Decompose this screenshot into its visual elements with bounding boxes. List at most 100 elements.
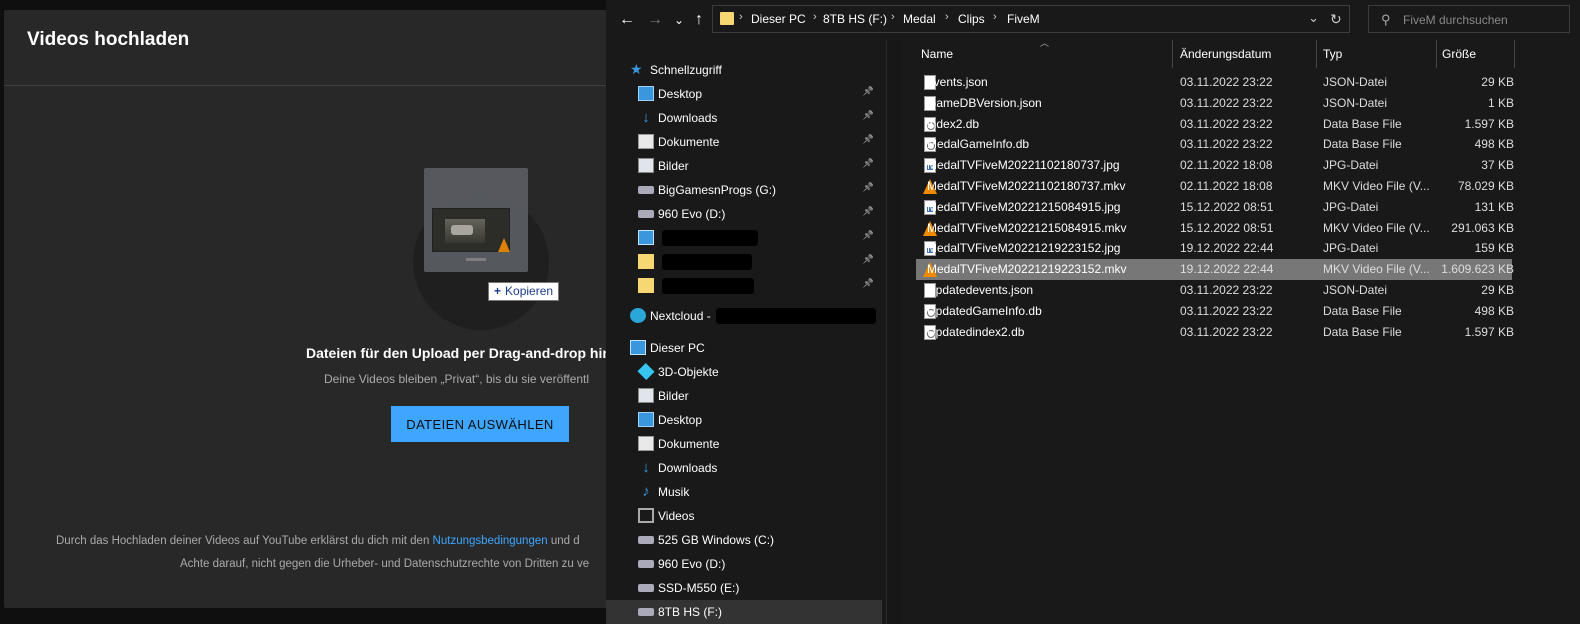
file-type: JPG-Datei	[1323, 158, 1379, 173]
file-row[interactable]: Updatedindex2.db 03.11.2022 23:22 Data Bas…	[916, 322, 1514, 343]
nav-scrollbar[interactable]	[886, 40, 902, 624]
file-row[interactable]: MedalTVFiveM20221215084915.mkv 15.12.2022…	[916, 218, 1514, 239]
recent-locations-button[interactable]: ⌄	[668, 10, 690, 30]
column-divider[interactable]	[1172, 40, 1173, 68]
pc-icon	[630, 340, 646, 355]
sidebar-item[interactable]: ★ Schnellzugriff	[606, 58, 882, 82]
sidebar-item[interactable]: ♪ Musik	[606, 480, 882, 504]
terms-of-service-link[interactable]: Nutzungsbedingungen	[433, 535, 548, 547]
sidebar-item[interactable]: Dokumente	[606, 432, 882, 456]
terms-suffix: und d	[547, 535, 580, 547]
sidebar-item-label: Schnellzugriff	[650, 63, 722, 77]
file-row[interactable]: events.json 03.11.2022 23:22 JSON-Datei 29 …	[916, 72, 1514, 93]
drive-icon	[638, 584, 654, 592]
sidebar-item[interactable]: Dieser PC	[606, 336, 882, 360]
sidebar-item[interactable]: Nextcloud -	[606, 304, 882, 328]
navigation-pane: ★ Schnellzugriff Desktop 📌 ↓ Downloads 📌 Dokume…	[606, 40, 884, 624]
sidebar-item[interactable]: ↓ Downloads 📌	[606, 106, 882, 130]
sidebar-item[interactable]: 525 GB Windows (C:)	[606, 528, 882, 552]
pin-icon[interactable]: 📌	[863, 278, 874, 289]
breadcrumb-fivem[interactable]: FiveM	[1007, 12, 1040, 26]
file-row[interactable]: UpdatedGameInfo.db 03.11.2022 23:22 Data B…	[916, 301, 1514, 322]
forward-button[interactable]: →	[644, 10, 666, 30]
file-name: UpdatedGameInfo.db	[927, 303, 1042, 318]
file-row[interactable]: MedalTVFiveM20221102180737.mkv 02.11.2022…	[916, 176, 1514, 197]
file-row[interactable]: index2.db 03.11.2022 23:22 Data Base File 1…	[916, 114, 1514, 135]
sidebar-item[interactable]: Videos	[606, 504, 882, 528]
file-size: 1.597 KB	[1464, 324, 1514, 339]
sidebar-item[interactable]: SSD-M550 (E:)	[606, 576, 882, 600]
column-name[interactable]: Name	[921, 47, 953, 61]
file-row[interactable]: MedalGameInfo.db 03.11.2022 23:22 Data Bas…	[916, 134, 1514, 155]
desktop-icon	[638, 86, 654, 101]
pin-icon[interactable]: 📌	[863, 110, 874, 121]
breadcrumb-dieser-pc[interactable]: Dieser PC	[751, 12, 806, 26]
breadcrumb-medal[interactable]: Medal	[903, 12, 936, 26]
file-name: events.json	[927, 75, 988, 89]
column-divider[interactable]	[1514, 40, 1515, 68]
file-row[interactable]: MedalTVFiveM20221219223152.jpg 19.12.2022…	[916, 238, 1514, 259]
column-date[interactable]: Änderungsdatum	[1180, 47, 1271, 61]
3d-objects-icon	[637, 362, 655, 381]
pin-icon[interactable]: 📌	[863, 206, 874, 217]
breadcrumb-drive[interactable]: 8TB HS (F:)	[823, 12, 887, 26]
file-size: 78.029 KB	[1457, 179, 1514, 193]
sidebar-item[interactable]: Bilder 📌	[606, 154, 882, 178]
sidebar-item[interactable]: BigGamesnProgs (G:) 📌	[606, 178, 882, 202]
explorer-toolbar: ← → ⌄ ↑ › Dieser PC › 8TB HS (F:) › Meda…	[606, 0, 1580, 40]
sidebar-item-label: 960 Evo (D:)	[658, 557, 726, 571]
pin-icon[interactable]: 📌	[863, 86, 874, 97]
sidebar-item[interactable]: Bilder	[606, 384, 882, 408]
sidebar-item[interactable]: 960 Evo (D:)	[606, 552, 882, 576]
sidebar-item[interactable]: 📌	[606, 274, 882, 298]
file-row[interactable]: MedalTVFiveM20221102180737.jpg 02.11.2022…	[916, 155, 1514, 176]
pin-icon[interactable]: 📌	[863, 230, 874, 241]
sidebar-item[interactable]: 📌	[606, 250, 882, 274]
search-box[interactable]: ⚲ FiveM durchsuchen	[1368, 5, 1570, 33]
file-date: 03.11.2022 23:22	[1180, 116, 1273, 131]
file-date: 03.11.2022 23:22	[1180, 303, 1273, 318]
sidebar-item-label: Downloads	[658, 461, 718, 475]
pin-icon[interactable]: 📌	[863, 182, 874, 193]
sidebar-item[interactable]: 8TB HS (F:)	[606, 600, 882, 624]
file-type: JSON-Datei	[1323, 75, 1388, 89]
column-size[interactable]: Größe	[1442, 47, 1476, 61]
refresh-icon[interactable]: ↻	[1330, 11, 1342, 28]
file-row[interactable]: MedalTVFiveM20221219223152.mkv 19.12.2022…	[916, 259, 1514, 281]
drive-icon	[638, 186, 654, 194]
drive-icon	[638, 560, 654, 568]
pin-icon[interactable]: 📌	[863, 158, 874, 169]
file-row[interactable]: GameDBVersion.json 03.11.2022 23:22 JSON-D…	[916, 93, 1514, 114]
sidebar-item-label: Bilder	[658, 389, 689, 403]
breadcrumb-clips[interactable]: Clips	[958, 12, 985, 26]
folder-icon	[638, 278, 654, 293]
file-type: JSON-Datei	[1323, 283, 1388, 297]
chevron-down-icon[interactable]: ⌄	[1308, 10, 1319, 26]
dragged-file-preview	[424, 168, 528, 272]
up-button[interactable]: ↑	[688, 10, 710, 30]
sidebar-item[interactable]: Dokumente 📌	[606, 130, 882, 154]
sidebar-item[interactable]: 3D-Objekte	[606, 360, 882, 384]
column-header: ︿ Name Änderungsdatum Typ Größe	[902, 38, 1580, 68]
column-type[interactable]: Typ	[1323, 47, 1342, 61]
sidebar-item[interactable]: ↓ Downloads	[606, 456, 882, 480]
pin-icon[interactable]: 📌	[863, 134, 874, 145]
pin-icon[interactable]: 📌	[863, 254, 874, 265]
terms-line-1: Durch das Hochladen deiner Videos auf Yo…	[56, 535, 580, 547]
column-divider[interactable]	[1436, 40, 1437, 68]
document-icon	[638, 436, 654, 451]
file-row[interactable]: MedalTVFiveM20221215084915.jpg 15.12.2022…	[916, 197, 1514, 218]
column-divider[interactable]	[1316, 40, 1317, 68]
sidebar-item[interactable]: Desktop 📌	[606, 82, 882, 106]
sidebar-item[interactable]: 📌	[606, 226, 882, 250]
sidebar-item[interactable]: 960 Evo (D:) 📌	[606, 202, 882, 226]
file-row[interactable]: Updatedevents.json 03.11.2022 23:22 JSON-D…	[916, 280, 1514, 301]
terms-line-2: Achte darauf, nicht gegen die Urheber- u…	[180, 558, 590, 570]
file-size: 159 KB	[1474, 241, 1514, 256]
address-bar[interactable]: › Dieser PC › 8TB HS (F:) › Medal › Clip…	[712, 5, 1350, 33]
select-files-button[interactable]: DATEIEN AUSWÄHLEN	[391, 406, 569, 442]
back-button[interactable]: ←	[616, 10, 638, 30]
file-type: MKV Video File (V...	[1323, 179, 1430, 193]
file-name: MedalTVFiveM20221219223152.mkv	[927, 262, 1127, 277]
sidebar-item[interactable]: Desktop	[606, 408, 882, 432]
